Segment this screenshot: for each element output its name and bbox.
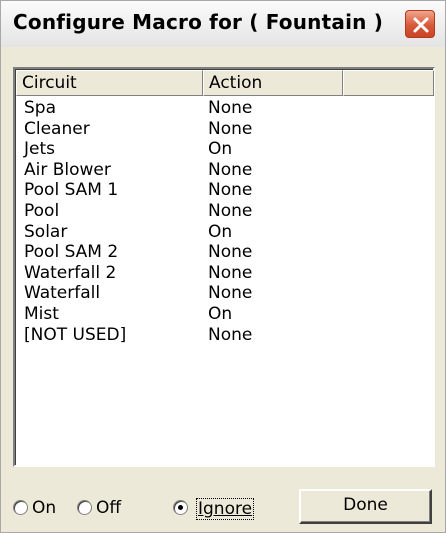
circuit-action: None — [208, 262, 253, 283]
column-header-action[interactable]: Action — [203, 70, 343, 96]
circuit-name: Waterfall 2 — [24, 262, 117, 283]
circuit-action: None — [208, 200, 253, 221]
radio-off-label[interactable]: Off — [96, 498, 121, 518]
title-bar[interactable]: Configure Macro for ( Fountain ) — [1, 1, 445, 47]
circuit-name: [NOT USED] — [24, 324, 127, 345]
configure-macro-dialog: Configure Macro for ( Fountain ) Circuit… — [0, 0, 446, 533]
window-title: Configure Macro for ( Fountain ) — [13, 10, 384, 34]
circuit-action: On — [208, 139, 233, 160]
circuit-name: Solar — [24, 221, 68, 242]
circuit-action: None — [208, 283, 253, 304]
column-header-circuit[interactable]: Circuit — [16, 70, 203, 96]
radio-ignore-circle[interactable] — [173, 500, 188, 515]
circuit-action: None — [208, 324, 253, 345]
circuit-list[interactable]: Circuit Action Spa None Cleaner None Jets On A… — [13, 67, 435, 467]
circuit-action: None — [208, 98, 253, 118]
radio-ignore-label[interactable]: Ignore — [196, 498, 255, 520]
column-header-empty[interactable] — [343, 70, 434, 96]
circuit-name: Spa — [24, 98, 56, 118]
circuit-action: On — [208, 221, 233, 242]
circuit-action: None — [208, 118, 253, 139]
close-icon — [413, 17, 429, 33]
circuit-name: Jets — [24, 139, 55, 160]
radio-on-circle[interactable] — [13, 500, 28, 515]
circuit-name: Cleaner — [24, 118, 90, 139]
close-button[interactable] — [405, 10, 435, 38]
circuit-name: Pool SAM 2 — [24, 242, 119, 263]
circuit-action: None — [208, 159, 253, 180]
list-header: Circuit Action — [16, 70, 434, 96]
circuit-action: None — [208, 242, 253, 263]
circuit-name: Pool — [24, 200, 60, 221]
circuit-name: Waterfall — [24, 283, 101, 304]
circuit-action: None — [208, 180, 253, 201]
done-button[interactable]: Done — [299, 489, 432, 524]
circuit-name: Pool SAM 1 — [24, 180, 119, 201]
radio-off-circle[interactable] — [77, 500, 92, 515]
circuit-action: On — [208, 303, 233, 324]
radio-on-label[interactable]: On — [32, 498, 56, 518]
circuit-name: Air Blower — [24, 159, 111, 180]
circuit-name: Mist — [24, 303, 59, 324]
